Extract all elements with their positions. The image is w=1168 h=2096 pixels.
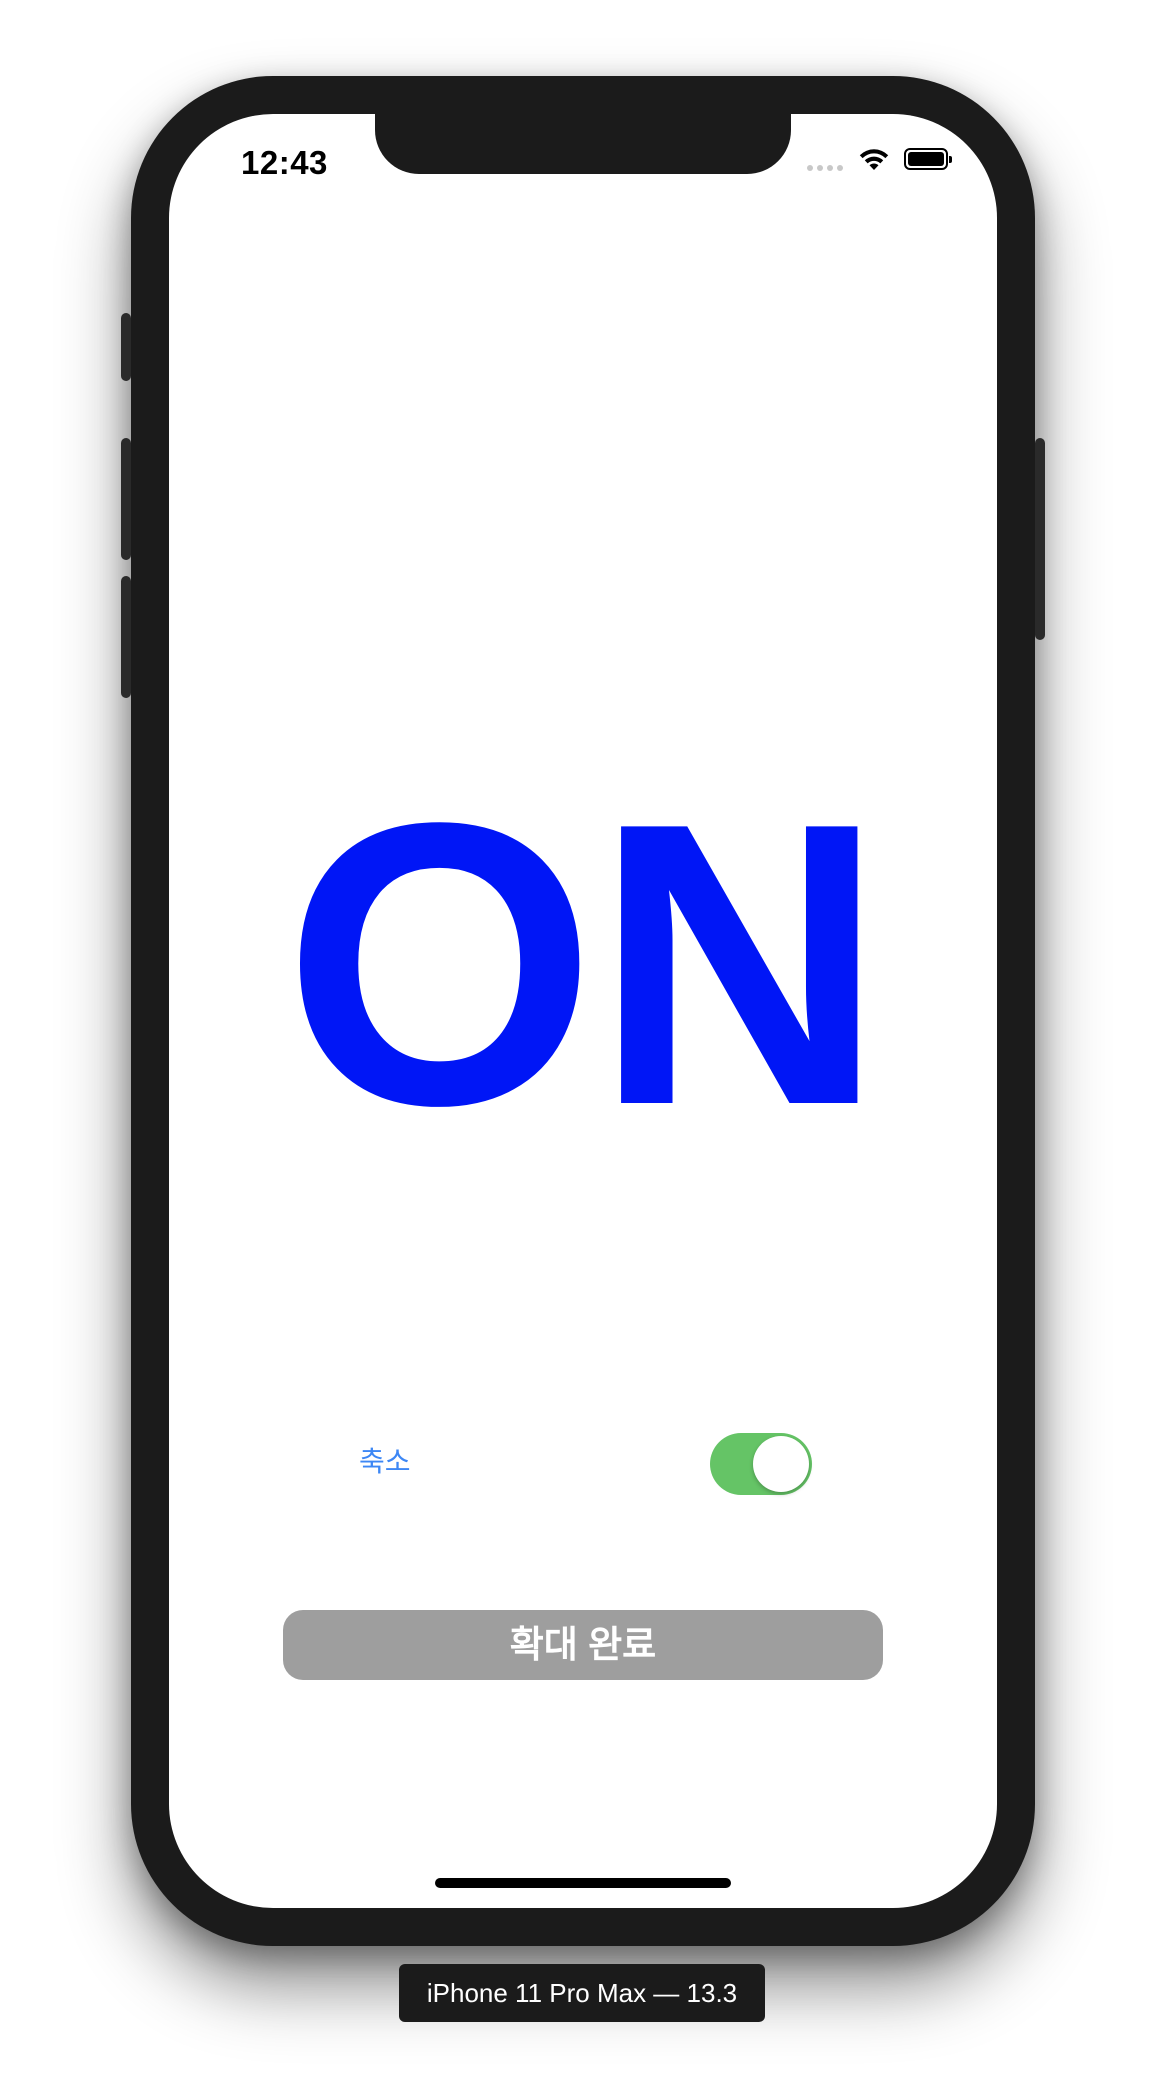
wifi-icon — [859, 149, 889, 170]
toggle-knob — [753, 1436, 809, 1492]
silent-switch — [121, 313, 131, 381]
screen: 12:43 ON 축소 확대 완료 — [169, 114, 997, 1908]
toggle-switch[interactable] — [710, 1433, 812, 1495]
volume-up-button — [121, 438, 131, 560]
battery-icon — [904, 148, 952, 170]
state-label: ON — [283, 740, 885, 1189]
zoom-done-button[interactable]: 확대 완료 — [283, 1610, 883, 1680]
volume-down-button — [121, 576, 131, 698]
shrink-button[interactable]: 축소 — [359, 1440, 411, 1480]
simulator-device-label: iPhone 11 Pro Max — 13.3 — [399, 1964, 765, 2022]
device-frame: 12:43 ON 축소 확대 완료 — [121, 76, 1045, 1946]
cellular-signal-icon — [807, 165, 843, 171]
status-time: 12:43 — [241, 144, 328, 181]
power-button — [1035, 438, 1045, 640]
notch — [375, 114, 791, 174]
home-indicator[interactable] — [435, 1878, 731, 1888]
